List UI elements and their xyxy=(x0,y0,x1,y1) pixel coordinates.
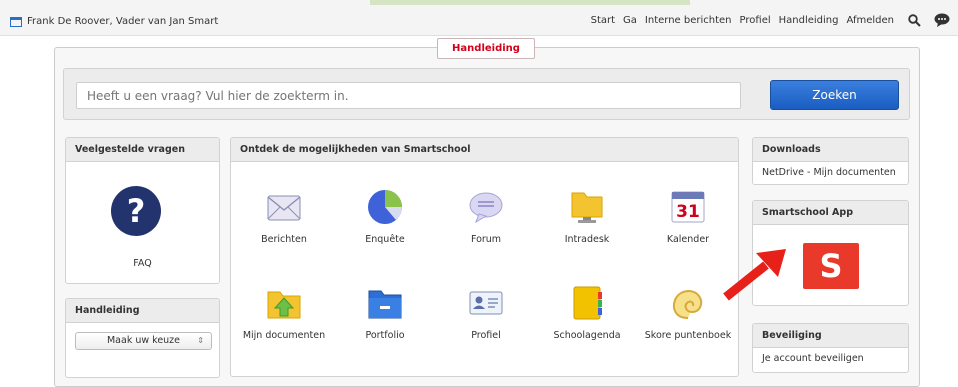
faq-panel: Veelgestelde vragen ? FAQ xyxy=(65,137,220,284)
id-card-icon xyxy=(467,284,505,322)
nav-profiel[interactable]: Profiel xyxy=(740,15,771,26)
nav-start[interactable]: Start xyxy=(591,15,615,26)
app-label: Enquête xyxy=(365,234,405,245)
handleiding-panel: Handleiding Maak uw keuze ⇕ xyxy=(65,298,220,378)
chat-icon[interactable] xyxy=(934,12,950,28)
app-mijn-documenten[interactable]: Mijn documenten xyxy=(234,284,334,341)
agenda-icon xyxy=(568,284,606,322)
calendar-day: 31 xyxy=(676,202,700,222)
netdrive-link[interactable]: NetDrive - Mijn documenten xyxy=(753,162,908,184)
app-label: Profiel xyxy=(471,330,501,341)
app-intradesk[interactable]: Intradesk xyxy=(537,188,637,245)
user-name: Frank De Roover, Vader van Jan Smart xyxy=(27,16,219,27)
user-info[interactable]: Frank De Roover, Vader van Jan Smart xyxy=(10,16,218,27)
app-kalender[interactable]: 31 Kalender xyxy=(638,188,738,245)
nav-ga[interactable]: Ga xyxy=(623,15,637,26)
discover-panel: Ontdek de mogelijkheden van Smartschool … xyxy=(230,137,739,377)
nav-handleiding[interactable]: Handleiding xyxy=(779,15,839,26)
app-label: Portfolio xyxy=(365,330,405,341)
handleiding-select[interactable]: Maak uw keuze ⇕ xyxy=(75,332,212,350)
folder-monitor-icon xyxy=(568,188,606,226)
app-forum[interactable]: Forum xyxy=(436,188,536,245)
app-label: Forum xyxy=(470,234,502,245)
calendar-icon: 31 xyxy=(669,188,707,226)
red-arrow-icon xyxy=(723,249,786,301)
faq-panel-title: Veelgestelde vragen xyxy=(66,138,219,162)
handleiding-panel-title: Handleiding xyxy=(66,299,219,323)
pie-chart-icon xyxy=(366,188,404,226)
app-label: Kalender xyxy=(666,234,710,245)
search-button[interactable]: Zoeken xyxy=(770,80,899,110)
select-arrows-icon: ⇕ xyxy=(197,336,204,345)
security-panel: Beveiliging Je account beveiligen xyxy=(752,323,909,373)
app-label: Skore puntenboek xyxy=(644,330,732,341)
app-profiel[interactable]: Profiel xyxy=(436,284,536,341)
app-berichten[interactable]: Berichten xyxy=(234,188,334,245)
smartschool-app-logo[interactable]: S xyxy=(803,243,859,289)
speech-bubble-icon xyxy=(467,188,505,226)
secure-account-link[interactable]: Je account beveiligen xyxy=(753,348,908,370)
tab-handleiding[interactable]: Handleiding xyxy=(437,38,535,59)
downloads-panel: Downloads NetDrive - Mijn documenten xyxy=(752,137,909,185)
search-input[interactable] xyxy=(76,82,741,109)
nav-interne-berichten[interactable]: Interne berichten xyxy=(645,15,732,26)
folder-upload-icon xyxy=(265,284,303,322)
app-panel-title: Smartschool App xyxy=(753,201,908,225)
app-enquete[interactable]: Enquête xyxy=(335,188,435,245)
envelope-icon xyxy=(265,188,303,226)
search-icon[interactable] xyxy=(906,12,922,28)
downloads-panel-title: Downloads xyxy=(753,138,908,162)
app-label: Mijn documenten xyxy=(242,330,326,341)
security-panel-title: Beveiliging xyxy=(753,324,908,348)
app-label: Schoolagenda xyxy=(553,330,621,341)
search-bar: Zoeken xyxy=(63,68,910,120)
top-nav: Start Ga Interne berichten Profiel Handl… xyxy=(583,12,950,28)
top-bar: Frank De Roover, Vader van Jan Smart Sta… xyxy=(0,0,958,36)
app-portfolio[interactable]: Portfolio xyxy=(335,284,435,341)
app-label: Intradesk xyxy=(564,234,610,245)
shell-icon xyxy=(669,284,707,322)
top-accent-strip xyxy=(370,0,690,5)
nav-afmelden[interactable]: Afmelden xyxy=(846,15,894,26)
question-icon[interactable]: ? xyxy=(111,186,161,236)
app-schoolagenda[interactable]: Schoolagenda xyxy=(537,284,637,341)
faq-label[interactable]: FAQ xyxy=(66,258,219,269)
select-value: Maak uw keuze xyxy=(106,335,181,346)
discover-panel-title: Ontdek de mogelijkheden van Smartschool xyxy=(231,138,738,162)
window-icon xyxy=(10,16,22,27)
app-label: Berichten xyxy=(261,234,307,245)
blue-folder-icon xyxy=(366,284,404,322)
